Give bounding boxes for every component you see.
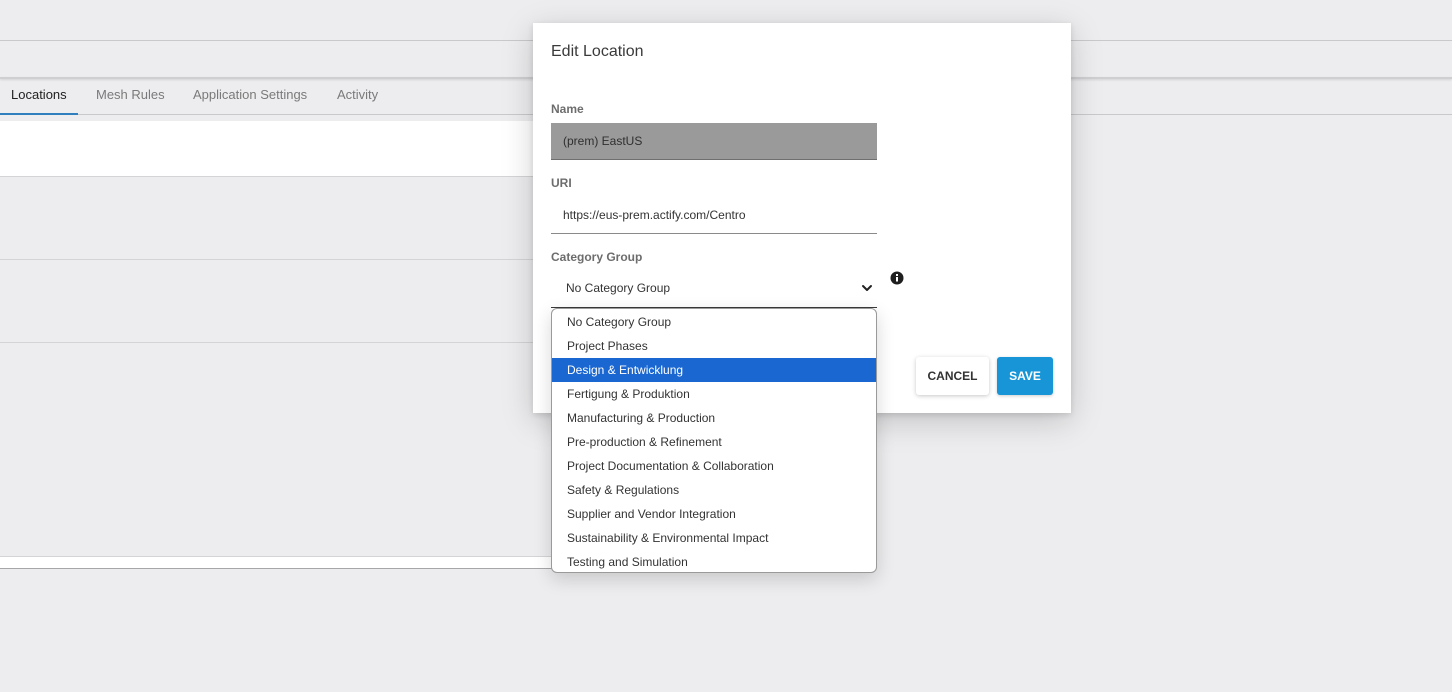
category-group-value: No Category Group <box>566 281 671 295</box>
uri-field[interactable]: https://eus-prem.actify.com/Centro <box>551 197 877 234</box>
dropdown-option[interactable]: Testing and Simulation <box>552 550 876 572</box>
dialog-title: Edit Location <box>551 43 644 60</box>
dropdown-option[interactable]: Safety & Regulations <box>552 478 876 502</box>
dropdown-option[interactable]: No Category Group <box>552 310 876 334</box>
tab-locations[interactable]: Locations <box>0 79 78 115</box>
content-panel-header <box>0 121 540 177</box>
info-icon[interactable] <box>890 271 904 285</box>
uri-label: URI <box>551 176 572 190</box>
tab-activity[interactable]: Activity <box>326 79 389 115</box>
dropdown-option[interactable]: Supplier and Vendor Integration <box>552 502 876 526</box>
row-divider <box>0 259 540 260</box>
dropdown-option[interactable]: Fertigung & Produktion <box>552 382 876 406</box>
tab-mesh-rules[interactable]: Mesh Rules <box>85 79 176 115</box>
dropdown-option[interactable]: Pre-production & Refinement <box>552 430 876 454</box>
content-panel <box>0 121 540 569</box>
dropdown-option[interactable]: Manufacturing & Production <box>552 406 876 430</box>
name-field: (prem) EastUS <box>551 123 877 160</box>
horizontal-scrollbar[interactable] <box>0 556 560 569</box>
dropdown-option[interactable]: Project Documentation & Collaboration <box>552 454 876 478</box>
cancel-button[interactable]: CANCEL <box>916 357 989 395</box>
dropdown-option[interactable]: Project Phases <box>552 334 876 358</box>
category-group-label: Category Group <box>551 250 643 264</box>
dropdown-option[interactable]: Sustainability & Environmental Impact <box>552 526 876 550</box>
name-label: Name <box>551 102 584 116</box>
dropdown-option-highlighted[interactable]: Design & Entwicklung <box>552 358 876 382</box>
category-group-dropdown: No Category Group Project Phases Design … <box>551 308 877 573</box>
category-group-select[interactable]: No Category Group <box>551 272 877 308</box>
tab-application-settings[interactable]: Application Settings <box>182 79 318 115</box>
chevron-down-icon <box>862 285 872 291</box>
row-divider <box>0 342 540 343</box>
save-button[interactable]: SAVE <box>997 357 1053 395</box>
